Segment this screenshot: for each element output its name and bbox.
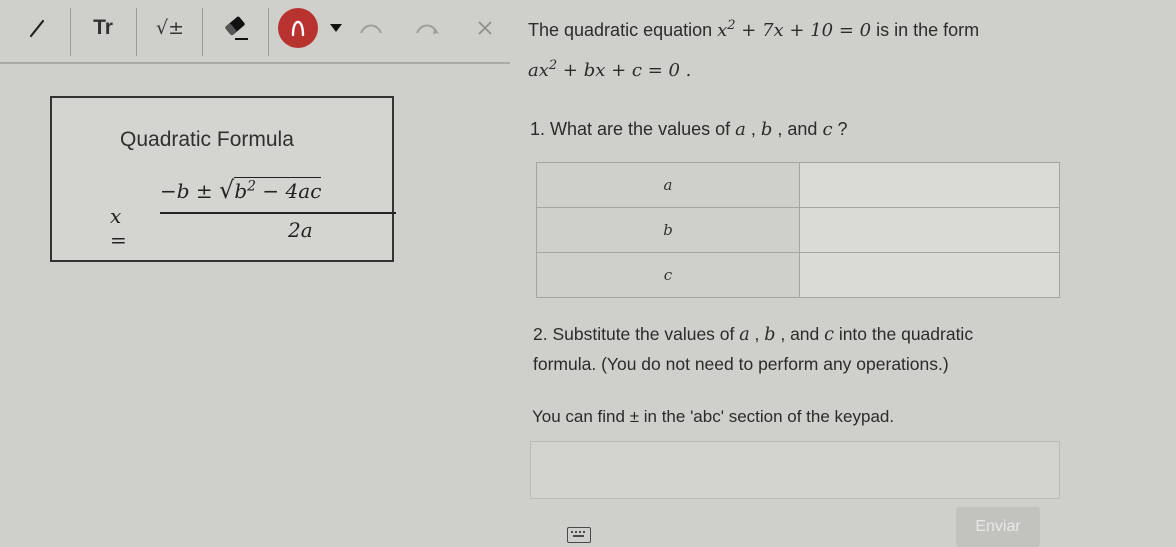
formula-numerator: −b ± √b2 − 4ac <box>160 176 322 204</box>
keyboard-icon[interactable] <box>567 527 591 543</box>
answer-input[interactable] <box>530 441 1060 499</box>
keypad-hint: You can find ± in the 'abc' section of t… <box>532 407 895 426</box>
text-tool-button[interactable]: Tr <box>80 8 126 48</box>
pencil-tool-button[interactable] <box>18 8 58 48</box>
chevron-down-icon <box>330 24 342 32</box>
sqrt-plusminus-icon: √± <box>155 17 185 39</box>
math-tool-button[interactable]: √± <box>144 8 196 48</box>
lasso-icon <box>291 20 305 37</box>
formula-denominator: 2a <box>288 218 313 242</box>
lasso-active-indicator <box>278 8 318 48</box>
formula-title: Quadratic Formula <box>120 128 294 151</box>
standard-form: ax2 + bx + c = 0 . <box>528 58 692 81</box>
problem-intro: The quadratic equation x2 + 7x + 10 = 0 … <box>528 18 980 41</box>
coefficient-label-c: c <box>536 252 800 298</box>
redo-icon <box>416 24 439 34</box>
undo-button[interactable] <box>356 8 386 48</box>
coefficient-input-c[interactable] <box>799 252 1060 298</box>
clear-button[interactable] <box>470 8 500 48</box>
tool-options-dropdown[interactable] <box>324 8 348 48</box>
eraser-tool-button[interactable] <box>214 8 258 48</box>
table-row: b <box>536 207 1060 253</box>
coefficient-label-b: b <box>536 207 800 253</box>
coefficient-table: a b c <box>536 162 1060 298</box>
text-icon: Tr <box>93 16 113 39</box>
table-row: a <box>536 162 1060 208</box>
submit-button[interactable]: Enviar <box>956 507 1040 547</box>
eraser-icon <box>225 16 248 40</box>
table-row: c <box>536 252 1060 298</box>
quadratic-formula-box: Quadratic Formula x = −b ± √b2 − 4ac 2a <box>50 96 396 262</box>
coefficient-label-a: a <box>536 162 800 208</box>
pencil-icon <box>29 19 45 38</box>
coefficient-input-b[interactable] <box>799 207 1060 253</box>
question-1: 1. What are the values of a , b , and c … <box>530 119 848 140</box>
formula-lhs: x = <box>110 204 127 252</box>
question-2: 2. Substitute the values of a , b , and … <box>533 324 974 374</box>
redo-button[interactable] <box>412 8 442 48</box>
lasso-tool-button[interactable] <box>276 8 320 48</box>
coefficient-input-a[interactable] <box>799 162 1060 208</box>
undo-icon <box>360 24 382 34</box>
drawing-toolbar: Tr √± <box>0 0 510 64</box>
close-icon <box>478 21 492 35</box>
